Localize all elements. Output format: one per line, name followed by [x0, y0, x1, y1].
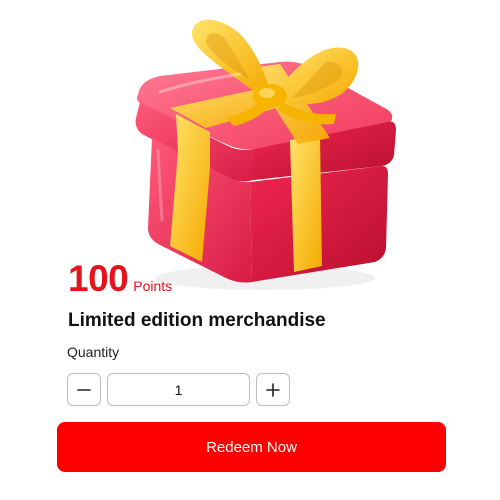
quantity-input[interactable]	[107, 373, 250, 406]
points-value: 100	[68, 258, 129, 299]
decrement-button[interactable]	[67, 373, 101, 406]
increment-button[interactable]	[256, 373, 290, 406]
gift-box-icon	[135, 19, 396, 290]
plus-icon	[266, 382, 280, 397]
quantity-label: Quantity	[67, 344, 120, 360]
points-unit: Points	[133, 278, 173, 294]
redeem-now-button[interactable]: Redeem Now	[57, 422, 446, 472]
minus-icon	[77, 388, 91, 391]
redeem-reward-panel: 100 Points Limited edition merchandise Q…	[0, 0, 500, 500]
points-price: 100 Points	[68, 258, 172, 300]
product-title: Limited edition merchandise	[68, 310, 326, 331]
